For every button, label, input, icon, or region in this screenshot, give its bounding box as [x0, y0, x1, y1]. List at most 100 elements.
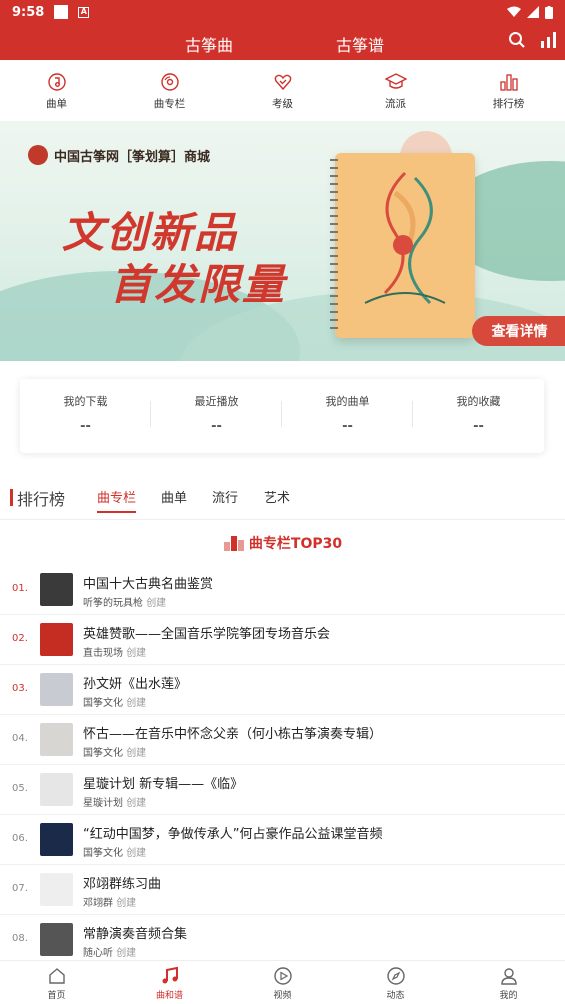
item-suffix: 创建 — [126, 748, 147, 759]
notification-square-icon — [54, 5, 69, 19]
bottom-nav: 首页 曲和谱 视频 动态 我的 — [0, 960, 565, 1004]
rank-tab-popular[interactable]: 流行 — [212, 487, 238, 506]
category-kaoji[interactable]: 考级 — [243, 60, 323, 120]
item-title: 英雄赞歌——全国音乐学院筝团专场音乐会 — [83, 627, 331, 642]
item-title: 邓翊群练习曲 — [83, 877, 162, 892]
music-icon — [162, 966, 178, 984]
nav-label: 动态 — [386, 991, 405, 1001]
stat-value: -- — [342, 419, 353, 434]
category-paihangbang[interactable]: 排行榜 — [469, 60, 549, 120]
stat-downloads[interactable]: 我的下载 -- — [20, 379, 151, 453]
brand-logo-icon — [28, 145, 48, 165]
rank-number: 01. — [12, 583, 28, 594]
stat-value: -- — [211, 419, 222, 434]
item-subtitle: 邓翊群 创建 — [83, 894, 136, 909]
rank-tab-art[interactable]: 艺术 — [264, 487, 290, 506]
item-title: 常静演奏音频合集 — [83, 927, 188, 942]
album-thumbnail — [40, 573, 73, 606]
category-label: 曲专栏 — [153, 98, 186, 110]
album-thumbnail — [40, 723, 73, 756]
rank-tab-playlist[interactable]: 曲单 — [161, 487, 187, 506]
list-item[interactable]: 02. 英雄赞歌——全国音乐学院筝团专场音乐会 直击现场 创建 — [0, 615, 565, 665]
item-title: “红动中国梦，争做传承人”何占豪作品公益课堂音频 — [83, 827, 383, 842]
item-title: 孙文妍《出水莲》 — [83, 677, 188, 692]
item-suffix: 创建 — [126, 698, 147, 709]
list-item[interactable]: 03. 孙文妍《出水莲》 国筝文化 创建 — [0, 665, 565, 715]
notebook-art — [364, 171, 446, 305]
item-suffix: 创建 — [116, 948, 137, 959]
item-title: 星璇计划 新专辑——《临》 — [83, 777, 244, 792]
album-thumbnail — [40, 923, 73, 956]
album-icon — [160, 73, 179, 91]
category-quzhuanlan[interactable]: 曲专栏 — [130, 60, 210, 120]
user-stats-card: 我的下载 -- 最近播放 -- 我的曲单 -- 我的收藏 -- — [20, 379, 544, 453]
nav-home[interactable]: 首页 — [17, 961, 97, 1004]
compass-icon — [386, 967, 405, 985]
nav-label: 视频 — [273, 991, 292, 1001]
ranking-icon — [499, 74, 518, 91]
album-thumbnail — [40, 773, 73, 806]
stat-value: -- — [473, 419, 484, 434]
album-thumbnail — [40, 623, 73, 656]
list-item[interactable]: 06. “红动中国梦，争做传承人”何占豪作品公益课堂音频 国筝文化 创建 — [0, 815, 565, 865]
search-icon[interactable] — [508, 31, 526, 49]
music-note-circle-icon — [47, 73, 66, 91]
list-item[interactable]: 04. 怀古——在音乐中怀念父亲（何小栋古筝演奏专辑） 国筝文化 创建 — [0, 715, 565, 765]
stat-favorites[interactable]: 我的收藏 -- — [413, 379, 544, 453]
stat-label: 最近播放 — [194, 395, 239, 408]
view-details-button[interactable]: 查看详情 — [472, 316, 565, 346]
category-nav: 曲单 曲专栏 考级 流派 排行榜 — [0, 60, 565, 120]
item-author: 直击现场 — [83, 648, 123, 659]
stat-label: 我的收藏 — [456, 395, 501, 408]
list-item[interactable]: 08. 常静演奏音频合集 随心听 创建 — [0, 915, 565, 965]
nav-me[interactable]: 我的 — [469, 961, 549, 1004]
item-subtitle: 国筝文化 创建 — [83, 694, 146, 709]
list-item[interactable]: 07. 邓翊群练习曲 邓翊群 创建 — [0, 865, 565, 915]
nav-music[interactable]: 曲和谱 — [130, 961, 210, 1004]
category-qudan[interactable]: 曲单 — [17, 60, 97, 120]
category-liupai[interactable]: 流派 — [356, 60, 436, 120]
rank-number: 03. — [12, 683, 28, 694]
rank-number: 04. — [12, 733, 28, 744]
rank-tab-album[interactable]: 曲专栏 — [97, 487, 137, 513]
nav-video[interactable]: 视频 — [243, 961, 323, 1004]
stat-recent[interactable]: 最近播放 -- — [151, 379, 282, 453]
user-icon — [500, 968, 517, 985]
item-author: 国筝文化 — [83, 748, 123, 759]
album-thumbnail — [40, 823, 73, 856]
ranking-header: 排行榜 曲专栏 曲单 流行 艺术 — [0, 480, 565, 520]
equalizer-icon[interactable] — [540, 31, 558, 49]
rank-number: 08. — [12, 933, 28, 944]
status-bar: 9:58 A — [0, 0, 565, 24]
tab-guzheng-pu[interactable]: 古筝谱 — [336, 32, 384, 56]
nav-feed[interactable]: 动态 — [356, 961, 436, 1004]
stat-playlists[interactable]: 我的曲单 -- — [282, 379, 413, 453]
list-item[interactable]: 01. 中国十大古典名曲鉴赏 听筝的玩具枪 创建 — [0, 565, 565, 615]
video-icon — [273, 967, 292, 985]
rank-number: 05. — [12, 783, 28, 794]
tab-guzheng-qu[interactable]: 古筝曲 — [185, 32, 233, 56]
top30-heading: 曲专栏TOP30 — [0, 533, 565, 553]
promo-banner[interactable]: 中国古筝网［筝划算］商城 文创新品 首发限量 查看详情 — [0, 121, 565, 361]
item-author: 邓翊群 — [83, 898, 113, 909]
item-title: 怀古——在音乐中怀念父亲（何小栋古筝演奏专辑） — [83, 727, 383, 742]
section-accent-bar — [10, 489, 13, 506]
item-author: 随心听 — [83, 948, 113, 959]
item-suffix: 创建 — [126, 648, 147, 659]
nav-label: 首页 — [47, 991, 66, 1001]
rank-number: 07. — [12, 883, 28, 894]
nav-label: 我的 — [499, 991, 518, 1001]
nav-label: 曲和谱 — [155, 991, 183, 1001]
ranking-list: 01. 中国十大古典名曲鉴赏 听筝的玩具枪 创建 02. 英雄赞歌——全国音乐学… — [0, 565, 565, 965]
item-author: 星璇计划 — [83, 798, 123, 809]
stat-value: -- — [80, 419, 91, 434]
item-subtitle: 随心听 创建 — [83, 944, 136, 959]
stat-label: 我的下载 — [63, 395, 108, 408]
list-item[interactable]: 05. 星璇计划 新专辑——《临》 星璇计划 创建 — [0, 765, 565, 815]
battery-icon — [545, 5, 553, 19]
top-bar: 古筝曲 古筝谱 — [0, 24, 565, 60]
banner-brand-text: 中国古筝网［筝划算］商城 — [54, 149, 211, 165]
item-subtitle: 听筝的玩具枪 创建 — [83, 594, 166, 609]
notebook-rings — [330, 159, 338, 331]
item-suffix: 创建 — [126, 798, 147, 809]
